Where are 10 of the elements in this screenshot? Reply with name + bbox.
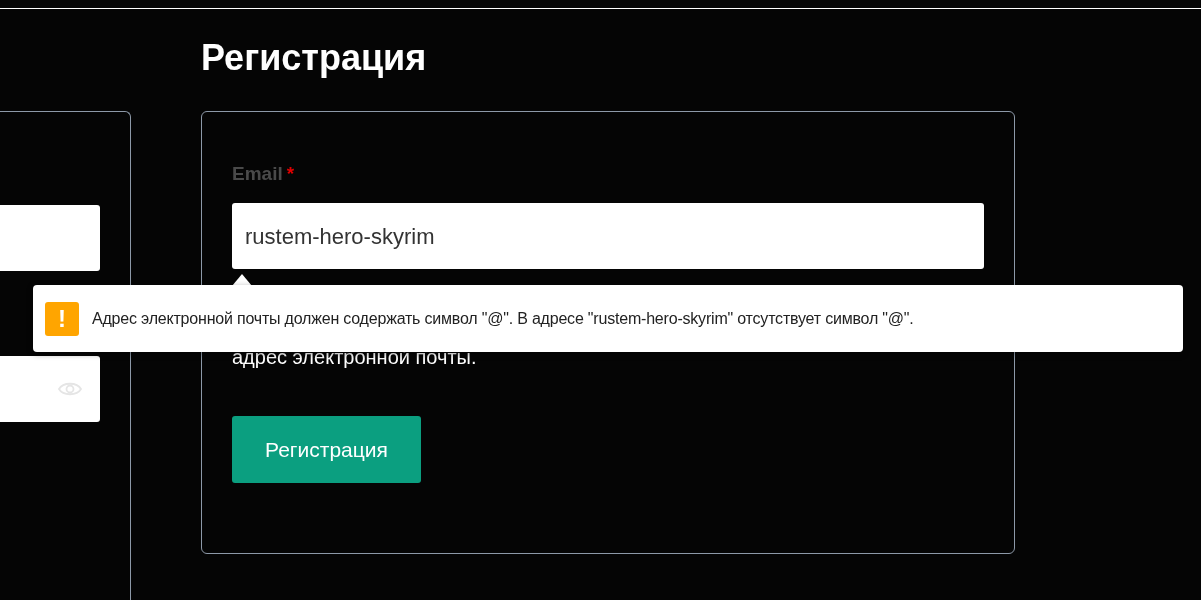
eye-icon[interactable] [58,381,82,397]
required-mark: * [286,161,295,186]
email-input[interactable]: rustem-hero-skyrim [232,203,984,269]
hint-text: адрес электронной почты. [232,345,478,370]
input-field[interactable] [0,356,100,422]
warning-icon: ! [45,301,79,336]
tooltip-message: Адрес электронной почты должен содержать символ "@". В адресе "rustem-hero-skyrim" отсутствует символ "@". [92,308,914,329]
page-title: Регистрация [201,36,428,80]
input-field[interactable] [0,205,100,271]
field-label: Email [232,161,283,186]
